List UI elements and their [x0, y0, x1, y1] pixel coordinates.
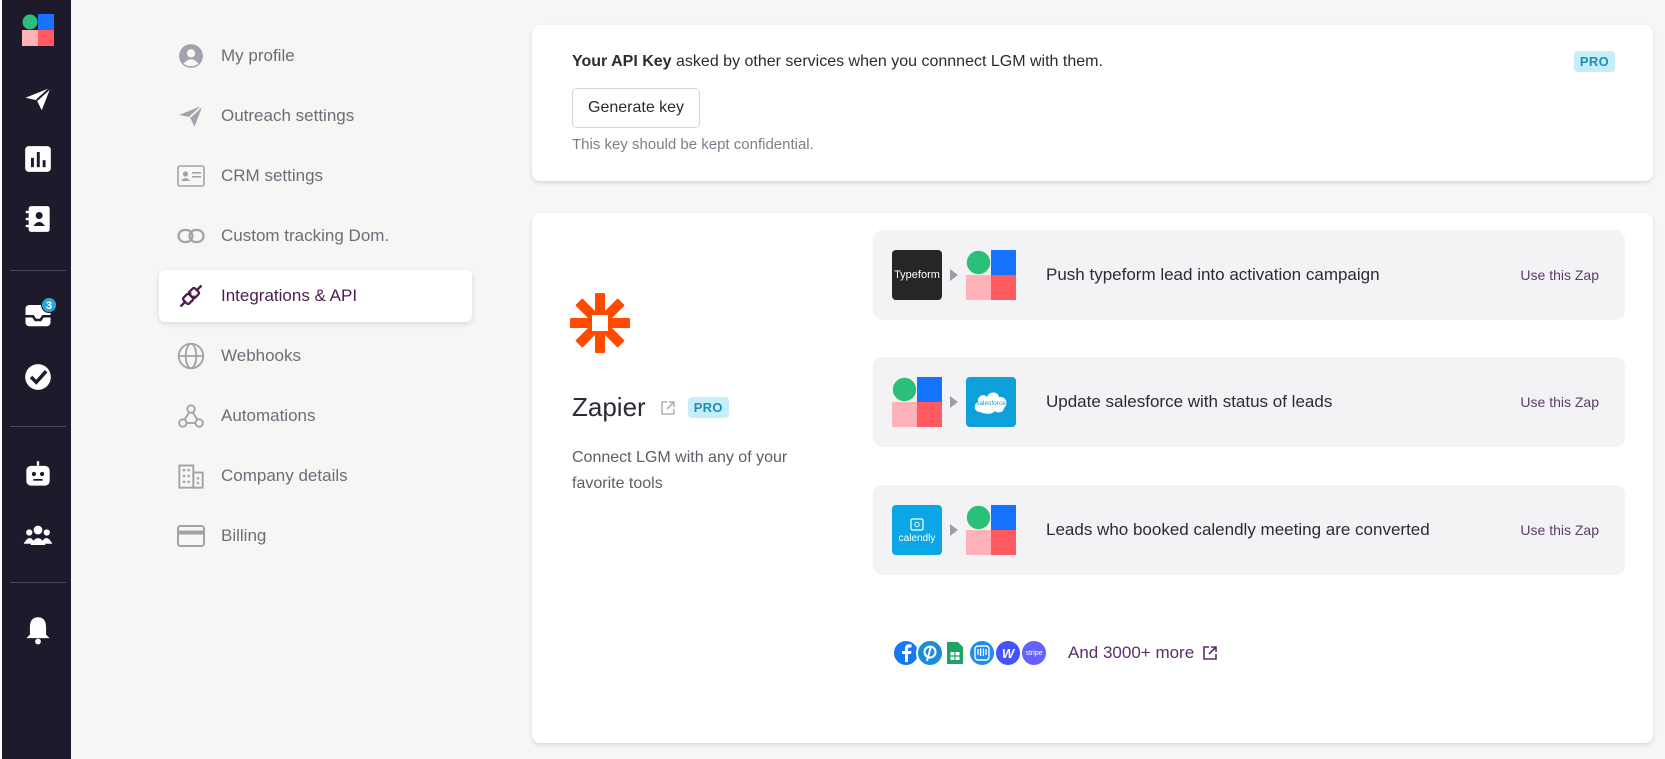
generate-key-button[interactable]: Generate key	[572, 88, 701, 128]
lgm-logo-icon	[966, 505, 1016, 555]
rail-divider	[10, 582, 66, 583]
zap-row: calendly Leads who booked calendly meeti…	[873, 485, 1625, 575]
inbox-badge: 3	[41, 297, 57, 313]
settings-nav-outreach[interactable]: Outreach settings	[159, 90, 472, 142]
arrow-right-icon	[950, 269, 958, 281]
address-book-icon	[25, 206, 50, 232]
more-integrations-link[interactable]: And 3000+ more	[1068, 643, 1218, 663]
zap-row: salesforce Update salesforce with status…	[873, 357, 1625, 447]
pro-badge: PRO	[687, 397, 729, 418]
settings-nav-integrations[interactable]: Integrations & API	[159, 270, 472, 322]
calendly-app-name: calendly	[898, 532, 936, 544]
settings-nav-label: Webhooks	[221, 346, 302, 365]
api-key-title-bold: Your API Key	[572, 53, 672, 70]
settings-nav-label: My profile	[221, 46, 295, 65]
zap-label: Update salesforce with status of leads	[1046, 392, 1333, 411]
zap-label: Leads who booked calendly meeting are co…	[1046, 520, 1430, 539]
api-key-note: This key should be kept confidential.	[572, 136, 814, 153]
settings-nav-crm[interactable]: CRM settings	[159, 150, 472, 202]
team-nav[interactable]	[2, 513, 73, 557]
rail-divider	[10, 270, 66, 271]
send-icon	[177, 102, 205, 130]
robot-icon	[25, 461, 50, 486]
typeform-icon: Typeform	[892, 250, 942, 300]
external-link-icon	[1203, 646, 1217, 660]
google-sheets-icon	[944, 639, 966, 667]
intercom-icon	[968, 639, 996, 667]
contacts-nav[interactable]	[2, 197, 73, 241]
send-icon	[25, 87, 51, 111]
notifications-nav[interactable]	[2, 608, 73, 652]
external-link-icon[interactable]	[660, 392, 676, 423]
settings-nav-my-profile[interactable]: My profile	[159, 30, 472, 82]
zapier-name: Zapier	[572, 392, 646, 422]
settings-nav-label: Integrations & API	[221, 286, 358, 305]
check-circle-icon	[24, 364, 51, 390]
bot-nav[interactable]	[2, 452, 73, 496]
salesforce-app-name: salesforce	[976, 400, 1006, 407]
user-icon	[177, 42, 205, 70]
lgm-logo[interactable]	[2, 8, 73, 52]
stripe-icon: stripe	[1020, 639, 1048, 667]
settings-nav-label: CRM settings	[221, 166, 324, 185]
credit-card-icon	[177, 522, 205, 550]
zapier-asterisk-icon	[570, 293, 630, 353]
webhook-icon	[177, 402, 205, 430]
settings-nav-tracking-domain[interactable]: Custom tracking Dom.	[159, 210, 472, 262]
arrow-right-icon	[950, 396, 958, 408]
api-key-title: Your API Key asked by other services whe…	[572, 53, 1103, 71]
team-icon	[23, 525, 52, 545]
plug-icon	[177, 282, 205, 310]
settings-nav-automations[interactable]: Automations	[159, 390, 472, 442]
use-zap-link[interactable]: Use this Zap	[1520, 522, 1599, 538]
zapier-logo	[570, 293, 630, 358]
webflow-icon: W	[994, 639, 1022, 667]
settings-nav-label: Automations	[221, 406, 316, 425]
settings-nav-label: Outreach settings	[221, 106, 355, 125]
lgm-logo-icon	[21, 14, 54, 46]
analytics-nav[interactable]	[2, 137, 73, 181]
id-card-icon	[177, 162, 205, 190]
settings-nav-label: Billing	[221, 526, 267, 545]
zap-row: Typeform Push typeform lead into activat…	[873, 230, 1625, 320]
link-icon	[177, 222, 205, 250]
settings-nav-label: Custom tracking Dom.	[221, 226, 390, 245]
salesforce-icon: salesforce	[966, 377, 1016, 427]
rail-divider	[10, 426, 66, 427]
use-zap-link[interactable]: Use this Zap	[1520, 394, 1599, 410]
globe-icon	[177, 342, 205, 370]
bar-chart-icon	[24, 146, 51, 172]
settings-nav-webhooks[interactable]: Webhooks	[159, 330, 472, 382]
app-rail: 3	[0, 0, 71, 759]
api-key-title-text: asked by other services when you connnec…	[671, 53, 1103, 70]
settings-nav-company[interactable]: Company details	[159, 450, 472, 502]
settings-nav: My profile Outreach settings CRM setting…	[159, 30, 472, 570]
arrow-right-icon	[950, 524, 958, 536]
more-integrations: W stripe And 3000+ more	[892, 639, 1218, 667]
calendar-icon	[910, 517, 924, 531]
building-icon	[177, 462, 205, 490]
lgm-logo-icon	[966, 250, 1016, 300]
inbox-nav[interactable]: 3	[2, 293, 73, 337]
pipedrive-icon	[916, 639, 944, 667]
more-integrations-label: And 3000+ more	[1068, 643, 1195, 662]
zapier-description: Connect LGM with any of your favorite to…	[572, 449, 788, 492]
tasks-nav[interactable]	[2, 355, 73, 399]
campaigns-nav[interactable]	[2, 77, 73, 121]
bell-icon	[25, 617, 50, 645]
api-key-card: Your API Key asked by other services whe…	[532, 25, 1653, 181]
calendly-icon: calendly	[892, 505, 942, 555]
zap-label: Push typeform lead into activation campa…	[1046, 265, 1380, 284]
zapier-card: Zapier PRO Connect LGM with any of your …	[532, 213, 1653, 743]
use-zap-link[interactable]: Use this Zap	[1520, 267, 1599, 283]
settings-nav-label: Company details	[221, 466, 348, 485]
lgm-logo-icon	[892, 377, 942, 427]
typeform-app-name: Typeform	[894, 269, 940, 281]
zapier-title: Zapier PRO	[572, 392, 729, 423]
settings-nav-billing[interactable]: Billing	[159, 510, 472, 562]
pro-badge: PRO	[1573, 51, 1615, 72]
